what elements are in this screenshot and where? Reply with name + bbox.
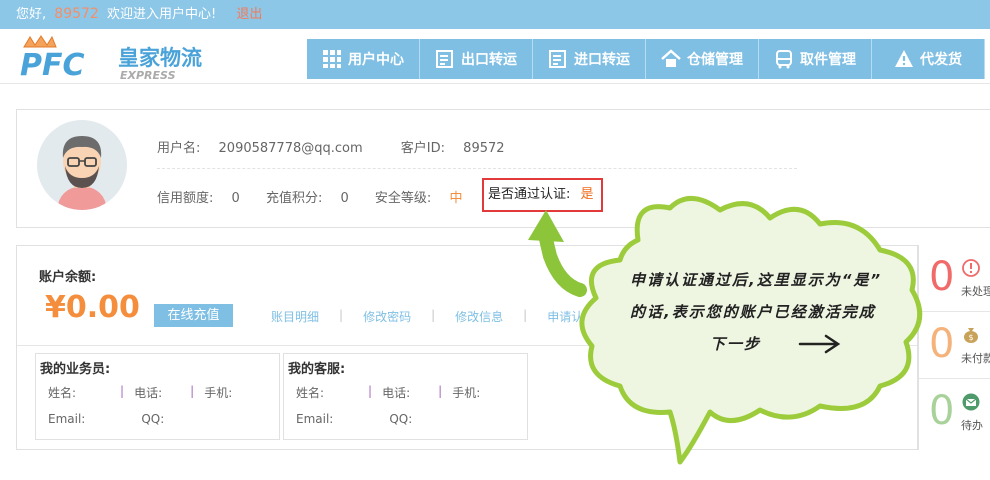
nav-label: 代发货 bbox=[920, 52, 962, 68]
status-label: 待办 bbox=[961, 419, 983, 432]
money-bag-icon: $ bbox=[964, 328, 978, 343]
sales-title: 我的业务员: bbox=[40, 362, 111, 377]
brand-sub: EXPRESS bbox=[120, 69, 176, 81]
avatar-face-icon bbox=[37, 120, 127, 210]
import-doc-icon bbox=[549, 50, 566, 68]
brand-logo[interactable]: PFC 皇家物流 EXPRESS bbox=[18, 35, 218, 83]
brand-name: 皇家物流 bbox=[118, 46, 202, 70]
avatar bbox=[37, 120, 127, 210]
username-label: 用户名: bbox=[157, 141, 201, 156]
logo-mark: PFC bbox=[20, 48, 85, 81]
nav-user-center[interactable]: 用户中心 bbox=[307, 39, 420, 79]
nav-import[interactable]: 进口转运 bbox=[533, 39, 646, 79]
logout-link[interactable]: 退出 bbox=[236, 7, 262, 22]
export-doc-icon bbox=[436, 50, 453, 68]
welcome-text: 欢迎进入用户中心! bbox=[106, 7, 217, 22]
sales-rep-card: 我的业务员: 姓名: | 电话: | 手机: Email: QQ: bbox=[35, 353, 280, 440]
service-mobile-label: 手机: bbox=[452, 386, 481, 400]
recharge-button[interactable]: 在线充值 bbox=[154, 304, 233, 327]
header: PFC 皇家物流 EXPRESS 用户中心 出口转运 进口转运 仓储管理 取件管… bbox=[0, 29, 990, 84]
service-title: 我的客服: bbox=[288, 362, 346, 377]
nav-warehouse[interactable]: 仓储管理 bbox=[646, 39, 759, 79]
sales-mobile-label: 手机: bbox=[204, 386, 233, 400]
link-statement[interactable]: 账目明细 bbox=[271, 308, 319, 325]
callout-text: 申请认证通过后,这里显示为“是” 的话,表示您的账户已经激活完成 下一步 bbox=[630, 264, 900, 360]
user-id: 89572 bbox=[54, 6, 99, 22]
sales-qq-label: QQ: bbox=[141, 412, 165, 426]
arrow-head-icon bbox=[528, 210, 564, 242]
greeting-text: 您好, bbox=[16, 7, 47, 22]
top-bar: 您好, 89572 欢迎进入用户中心! 退出 bbox=[0, 0, 990, 29]
security-label: 安全等级: bbox=[374, 191, 432, 206]
sales-contact-row: 姓名: | 电话: | 手机: bbox=[48, 384, 233, 400]
callout-line-1: 申请认证通过后,这里显示为“是” bbox=[630, 271, 883, 289]
service-email-label: Email: bbox=[296, 412, 334, 426]
security-value: 中 bbox=[449, 191, 463, 206]
points-label: 充值积分: bbox=[265, 191, 323, 206]
credit-label: 信用额度: bbox=[157, 191, 214, 206]
info-icon bbox=[962, 259, 980, 277]
status-label: 未付款 bbox=[961, 352, 990, 365]
credit-value: 0 bbox=[231, 191, 240, 206]
nav-export[interactable]: 出口转运 bbox=[420, 39, 533, 79]
customer-id-label: 客户ID: bbox=[400, 141, 446, 156]
service-online-row: Email: QQ: bbox=[296, 412, 412, 426]
nav-pickup[interactable]: 取件管理 bbox=[759, 39, 872, 79]
service-qq-label: QQ: bbox=[389, 412, 413, 426]
nav-label: 仓储管理 bbox=[687, 52, 743, 68]
main-nav: 用户中心 出口转运 进口转运 仓储管理 取件管理 代发货 bbox=[307, 39, 985, 79]
username-row: 用户名: 2090587778@qq.com 客户ID: 89572 bbox=[157, 137, 519, 156]
sales-online-row: Email: QQ: bbox=[48, 412, 164, 426]
sales-name-label: 姓名: bbox=[48, 386, 77, 400]
username-value: 2090587778@qq.com bbox=[218, 141, 363, 156]
link-edit-info[interactable]: 修改信息 bbox=[455, 308, 503, 325]
link-separator: | bbox=[431, 308, 436, 322]
grid-icon bbox=[323, 50, 341, 68]
nav-label: 取件管理 bbox=[800, 52, 856, 68]
mail-icon bbox=[962, 393, 980, 411]
nav-dropship[interactable]: 代发货 bbox=[872, 39, 985, 79]
customer-service-card: 我的客服: 姓名: | 电话: | 手机: Email: QQ: bbox=[283, 353, 528, 440]
crown-icon: PFC 皇家物流 EXPRESS bbox=[20, 35, 202, 83]
stats-row: 信用额度: 0 充值积分: 0 安全等级: 中 bbox=[157, 187, 476, 206]
house-icon bbox=[661, 49, 681, 67]
service-contact-row: 姓名: | 电话: | 手机: bbox=[296, 384, 481, 400]
link-separator: | bbox=[339, 308, 344, 322]
sales-phone-label: 电话: bbox=[134, 386, 163, 400]
balance-label: 账户余额: bbox=[39, 270, 97, 285]
balance-value: ¥0.00 bbox=[45, 290, 140, 325]
callout-line-2: 的话,表示您的账户已经激活完成 bbox=[630, 303, 876, 321]
service-phone-label: 电话: bbox=[382, 386, 411, 400]
nav-label: 进口转运 bbox=[574, 52, 630, 68]
warning-icon bbox=[895, 50, 913, 67]
nav-label: 出口转运 bbox=[461, 52, 517, 68]
service-name-label: 姓名: bbox=[296, 386, 325, 400]
link-change-password[interactable]: 修改密码 bbox=[363, 308, 411, 325]
profile-divider bbox=[157, 168, 797, 169]
customer-id-value: 89572 bbox=[463, 141, 505, 156]
nav-label: 用户中心 bbox=[348, 52, 404, 68]
callout-line-3: 下一步 bbox=[710, 335, 762, 353]
svg-text:$: $ bbox=[968, 333, 973, 342]
bus-icon bbox=[776, 50, 792, 69]
points-value: 0 bbox=[340, 191, 349, 206]
sales-email-label: Email: bbox=[48, 412, 86, 426]
status-label: 未处理 bbox=[961, 285, 990, 298]
